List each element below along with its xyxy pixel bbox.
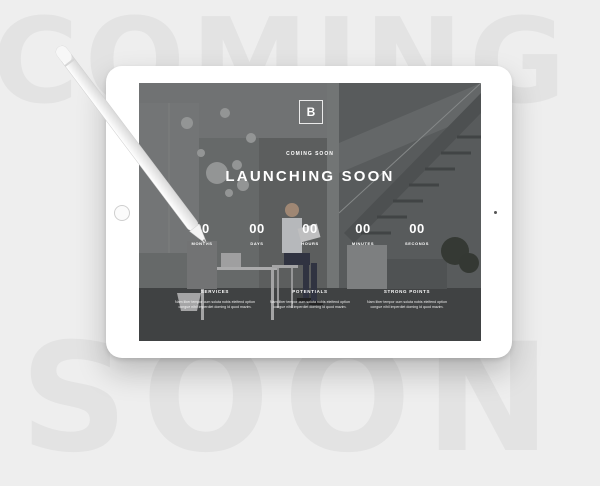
stylus-pencil bbox=[55, 45, 207, 244]
